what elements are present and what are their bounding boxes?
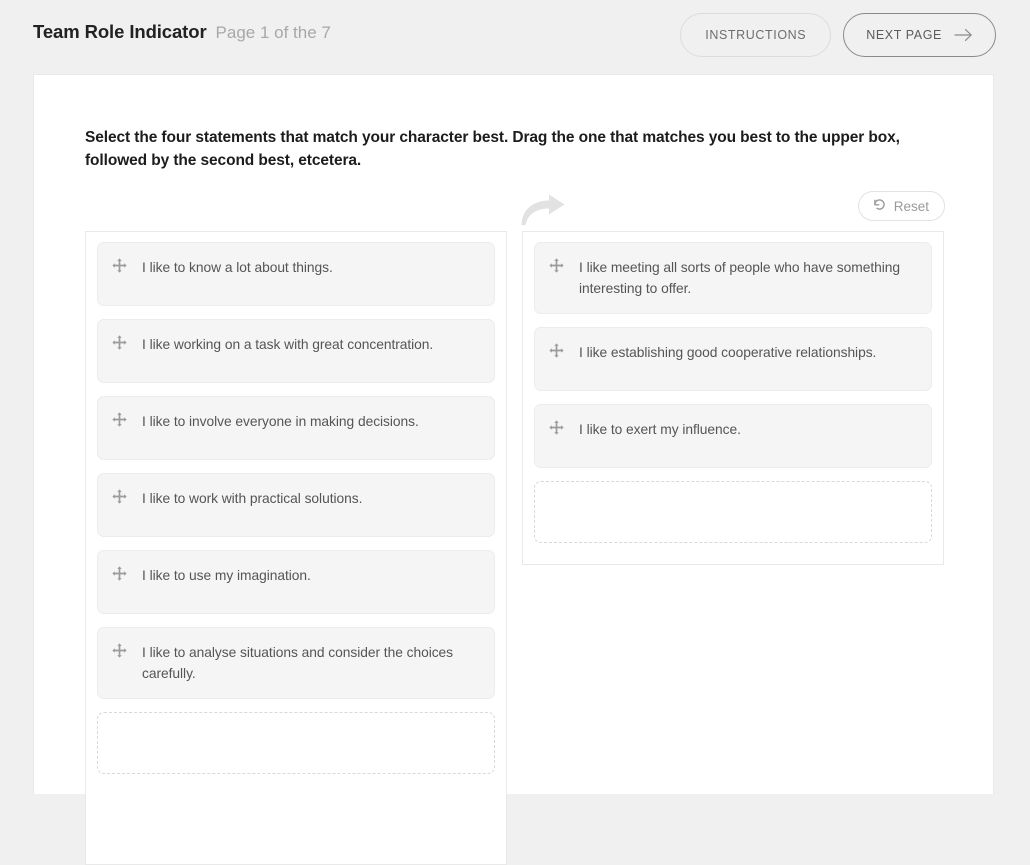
curved-arrow-right-icon: [519, 194, 567, 233]
statement-card[interactable]: I like to know a lot about things.: [97, 242, 495, 306]
statement-text: I like establishing good cooperative rel…: [579, 345, 877, 360]
move-arrows-icon[interactable]: [112, 258, 127, 278]
statement-text: I like working on a task with great conc…: [142, 337, 434, 352]
statement-card[interactable]: I like to work with practical solutions.: [97, 473, 495, 537]
move-arrows-icon[interactable]: [549, 258, 564, 278]
move-arrows-icon[interactable]: [549, 420, 564, 440]
move-arrows-icon[interactable]: [112, 643, 127, 663]
move-arrows-icon[interactable]: [112, 566, 127, 586]
move-arrows-icon[interactable]: [112, 412, 127, 432]
statement-card[interactable]: I like to analyse situations and conside…: [97, 627, 495, 699]
statement-text: I like meeting all sorts of people who h…: [579, 260, 900, 296]
statement-card[interactable]: I like to use my imagination.: [97, 550, 495, 614]
page-title: Team Role Indicator: [33, 21, 207, 42]
next-page-button-label: NEXT PAGE: [866, 28, 942, 42]
source-column[interactable]: I like to know a lot about things. I lik…: [85, 231, 507, 865]
content-card: Select the four statements that match yo…: [33, 74, 994, 865]
reset-button-label: Reset: [893, 198, 929, 214]
statement-text: I like to use my imagination.: [142, 568, 311, 583]
statement-card[interactable]: I like to involve everyone in making dec…: [97, 396, 495, 460]
statement-card[interactable]: I like establishing good cooperative rel…: [534, 327, 932, 391]
target-dropzone[interactable]: [534, 481, 932, 543]
instructions-button[interactable]: INSTRUCTIONS: [680, 13, 832, 57]
statement-card[interactable]: I like meeting all sorts of people who h…: [534, 242, 932, 314]
prompt-text: Select the four statements that match yo…: [85, 129, 900, 169]
target-column[interactable]: I like meeting all sorts of people who h…: [522, 231, 944, 565]
toolbar-row: Reset: [85, 191, 945, 235]
statement-text: I like to analyse situations and conside…: [142, 645, 454, 681]
top-bar: Team Role Indicator Page 1 of the 7 INST…: [0, 0, 1030, 74]
statement-text: I like to work with practical solutions.: [142, 491, 363, 506]
move-arrows-icon[interactable]: [112, 335, 127, 355]
top-bar-actions: INSTRUCTIONS NEXT PAGE: [680, 13, 996, 57]
instructions-button-label: INSTRUCTIONS: [705, 28, 807, 42]
next-page-button[interactable]: NEXT PAGE: [843, 13, 996, 57]
move-arrows-icon[interactable]: [549, 343, 564, 363]
page-counter: Page 1 of the 7: [215, 23, 331, 42]
source-dropzone[interactable]: [97, 712, 495, 774]
brand: Team Role Indicator Page 1 of the 7: [33, 21, 331, 43]
statement-columns: I like to know a lot about things. I lik…: [85, 231, 945, 865]
statement-text: I like to involve everyone in making dec…: [142, 414, 419, 429]
statement-text: I like to know a lot about things.: [142, 260, 333, 275]
statement-card[interactable]: I like working on a task with great conc…: [97, 319, 495, 383]
reset-ccw-icon: [872, 197, 887, 215]
move-arrows-icon[interactable]: [112, 489, 127, 509]
arrow-right-icon: [954, 28, 973, 42]
statement-card[interactable]: I like to exert my influence.: [534, 404, 932, 468]
statement-text: I like to exert my influence.: [579, 422, 741, 437]
reset-button[interactable]: Reset: [857, 191, 945, 221]
